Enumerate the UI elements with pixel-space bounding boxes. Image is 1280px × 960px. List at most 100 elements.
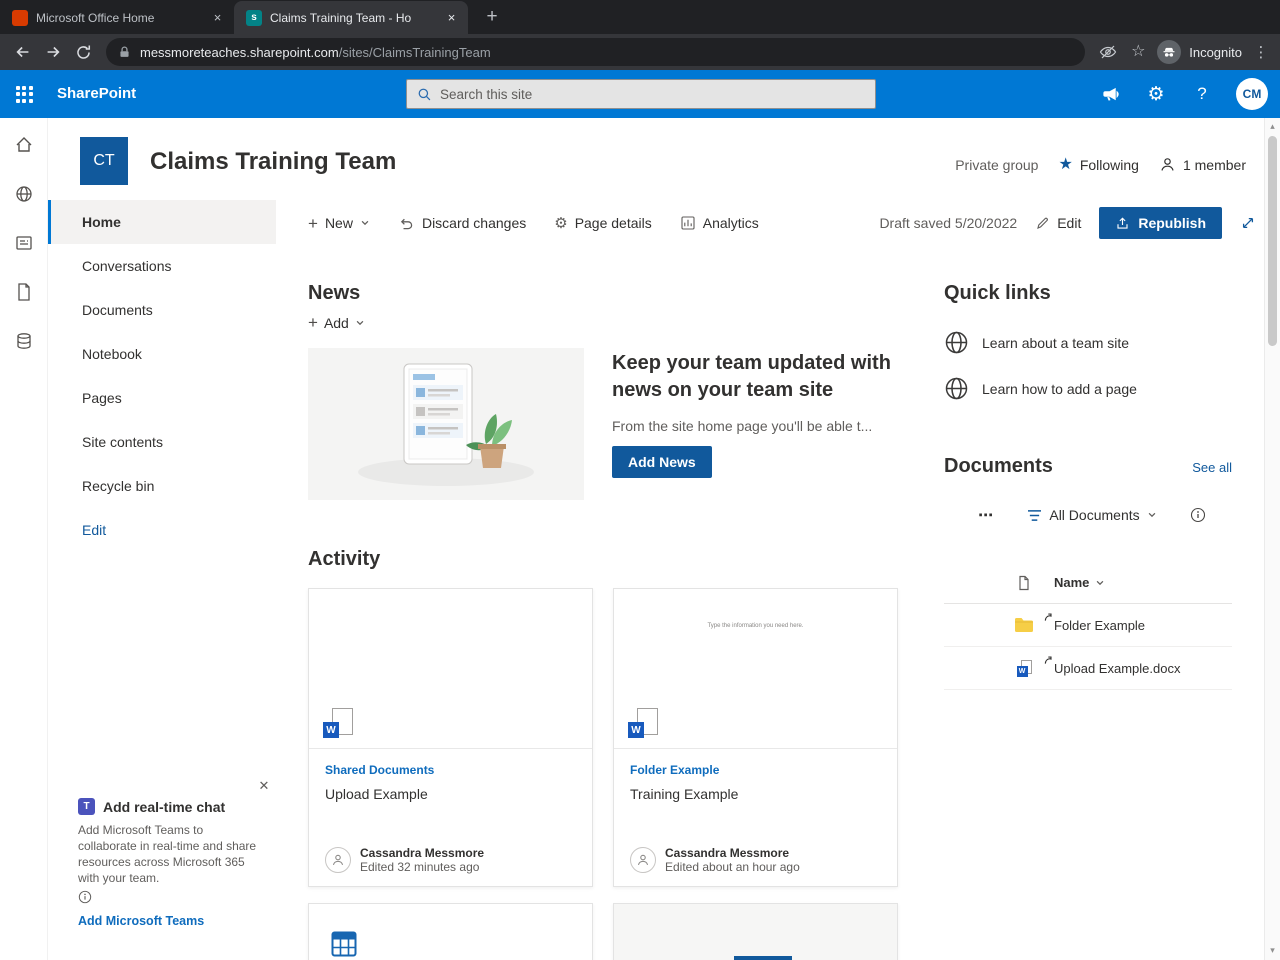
documents-header: Documents See all [944,455,1232,478]
nav-item-notebook[interactable]: Notebook [48,332,276,376]
card-title[interactable]: Training Example [630,786,881,802]
nav-item-home[interactable]: Home [48,200,276,244]
close-icon[interactable]: ✕ [254,776,274,796]
activity-card[interactable]: W Shared Documents Upload Example Cassan… [308,588,593,887]
account-avatar[interactable]: CM [1236,78,1268,110]
gear-icon: ⚙ [554,214,568,232]
bookmark-star-button[interactable]: ☆ [1123,37,1153,67]
activity-card[interactable]: Type the information you need here. W Fo… [613,588,898,887]
privacy-eye-button[interactable] [1093,37,1123,67]
incognito-badge: Incognito [1157,40,1242,64]
documents-table: Name Folder Example W Upload Example.doc… [944,562,1232,690]
analytics-label: Analytics [702,215,759,231]
browser-tab-strip: Microsoft Office Home × s Claims Trainin… [0,0,1280,34]
activity-card-partial[interactable] [308,903,593,960]
nav-item-pages[interactable]: Pages [48,376,276,420]
browser-tab-office[interactable]: Microsoft Office Home × [0,1,234,34]
tab-close-icon[interactable]: × [209,9,226,26]
nav-item-recycle-bin[interactable]: Recycle bin [48,464,276,508]
scrollbar-thumb[interactable] [1268,136,1277,346]
reload-button[interactable] [68,37,98,67]
nav-item-conversations[interactable]: Conversations [48,244,276,288]
rail-global-button[interactable] [13,183,35,205]
browser-menu-button[interactable]: ⋮ [1250,43,1272,61]
tab-close-icon[interactable]: × [443,9,460,26]
discard-changes-button[interactable]: Discard changes [398,215,526,232]
shortcut-arrow-icon [1044,613,1053,622]
nav-label: Pages [82,390,122,406]
forward-button[interactable] [38,37,68,67]
page-scrollbar[interactable]: ▴ ▾ [1264,118,1280,960]
site-logo[interactable]: CT [80,137,128,185]
lock-icon [120,46,129,57]
site-meta: Private group ★ Following 1 member [955,156,1246,173]
nav-label: Conversations [82,258,172,274]
site-search-box[interactable] [406,79,876,109]
nav-item-site-contents[interactable]: Site contents [48,420,276,464]
document-preview [309,904,592,960]
office-logo-icon [12,9,28,26]
table-header-row[interactable]: Name [944,562,1232,604]
rail-home-button[interactable] [13,134,35,156]
activity-card-partial[interactable] [613,903,898,960]
rail-news-button[interactable] [13,232,35,254]
expand-button[interactable] [1240,215,1256,231]
new-button[interactable]: + New [308,215,370,232]
members-count[interactable]: 1 member [1159,156,1246,173]
info-icon[interactable] [78,890,92,904]
card-title[interactable]: Upload Example [325,786,576,802]
quick-link-team-site[interactable]: Learn about a team site [944,330,1129,355]
activity-section-title: Activity [308,548,381,570]
nav-item-edit[interactable]: Edit [48,508,276,552]
republish-button[interactable]: Republish [1099,207,1222,239]
more-options-icon[interactable]: ⋯ [978,506,994,524]
sharepoint-brand[interactable]: SharePoint [57,85,136,102]
edit-button[interactable]: Edit [1035,215,1081,231]
view-selector[interactable]: All Documents [1027,507,1156,523]
author-name: Cassandra Messmore [360,846,485,860]
table-row-folder[interactable]: Folder Example [944,604,1232,647]
news-section-title: News [308,282,361,304]
scroll-up-arrow[interactable]: ▴ [1265,121,1280,132]
rail-lists-button[interactable] [13,330,35,352]
quick-link-label: Learn about a team site [982,334,1130,351]
settings-button[interactable]: ⚙ [1144,85,1168,104]
teams-promo-card: ✕ T Add real-time chat Add Microsoft Tea… [68,772,276,952]
info-icon[interactable] [1190,507,1206,523]
avatar [630,847,656,873]
search-input[interactable] [440,86,865,102]
quick-link-add-page[interactable]: Learn how to add a page [944,376,1137,401]
suite-actions: ⚙ ? CM [1098,70,1268,118]
rail-documents-button[interactable] [13,281,35,303]
table-row-word-doc[interactable]: W Upload Example.docx [944,647,1232,690]
announcement-button[interactable] [1098,85,1122,104]
app-launcher-button[interactable] [0,70,48,118]
see-all-link[interactable]: See all [1192,460,1232,475]
quick-links-title: Quick links [944,282,1051,304]
new-tab-button[interactable]: + [478,3,506,31]
search-icon [418,88,431,100]
help-button[interactable]: ? [1190,84,1214,104]
url-path: /sites/ClaimsTrainingTeam [338,44,491,60]
analytics-icon [681,216,695,230]
following-toggle[interactable]: ★ Following [1058,156,1138,173]
card-meta: Cassandra Messmore Edited 32 minutes ago [360,846,484,874]
add-news-button[interactable]: Add News [612,446,712,478]
add-teams-link[interactable]: Add Microsoft Teams [78,914,204,928]
back-button[interactable] [8,37,38,67]
chevron-down-icon [361,220,369,226]
page-details-button[interactable]: ⚙ Page details [554,215,652,231]
card-location-link[interactable]: Folder Example [630,763,881,777]
nav-item-documents[interactable]: Documents [48,288,276,332]
address-bar[interactable]: messmoreteaches.sharepoint.com/sites/Cla… [106,38,1086,66]
browser-tab-sharepoint[interactable]: s Claims Training Team - Ho × [234,1,468,34]
news-subtext: From the site home page you'll be able t… [612,418,873,434]
card-location-link[interactable]: Shared Documents [325,763,576,777]
person-icon [332,854,344,866]
scroll-down-arrow[interactable]: ▾ [1265,945,1280,956]
add-news-dropdown[interactable]: + Add [308,314,365,331]
page-icon [1019,575,1029,590]
eye-off-icon [1100,45,1117,59]
analytics-button[interactable]: Analytics [680,215,759,231]
republish-label: Republish [1138,215,1206,231]
